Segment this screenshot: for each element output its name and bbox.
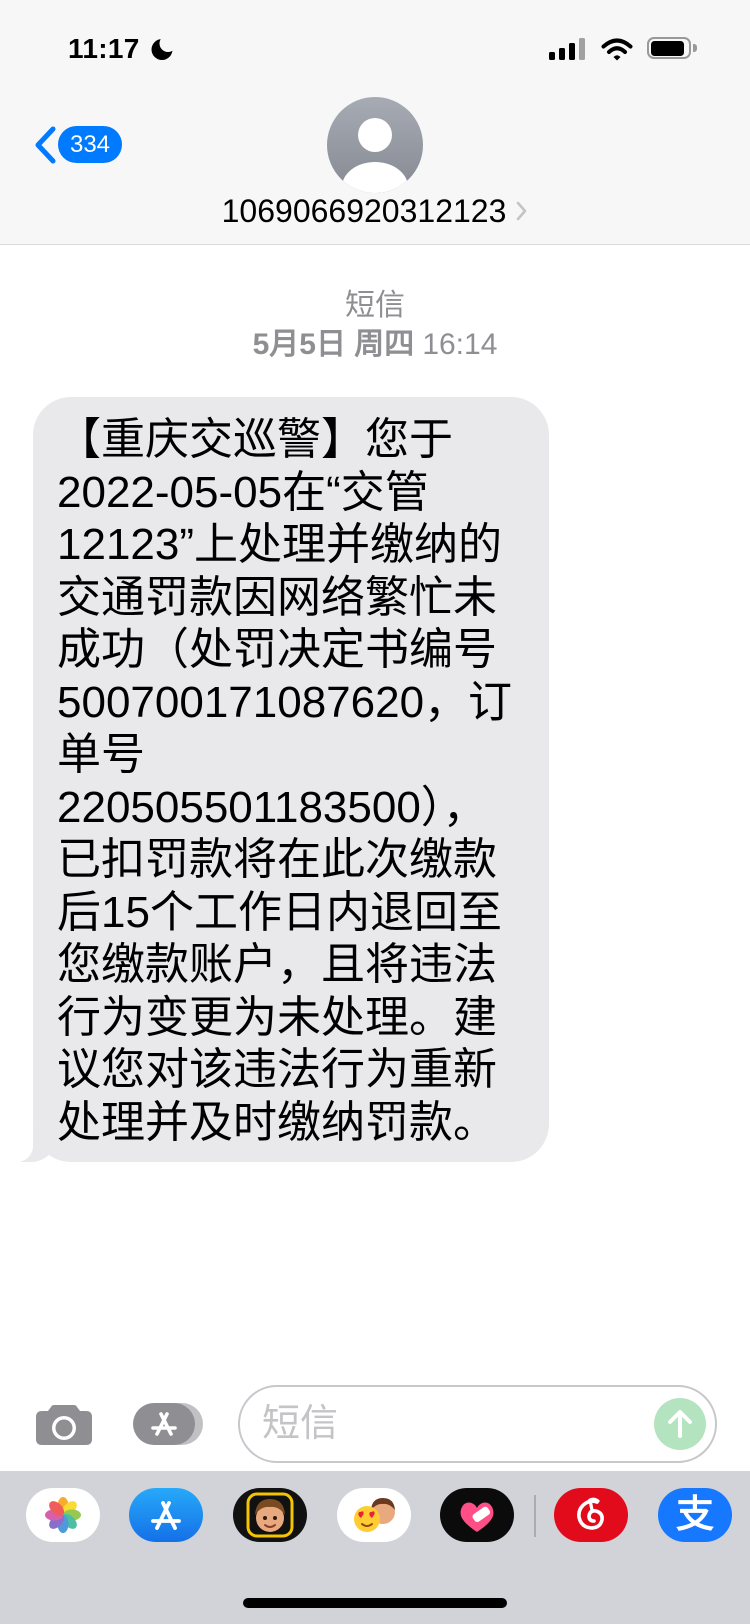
message-timestamp: 5月5日 周四 16:14 — [0, 324, 750, 366]
app-store-icon — [129, 1488, 203, 1542]
digital-touch-icon — [440, 1488, 514, 1542]
drawer-separator — [534, 1495, 536, 1537]
arrow-up-icon — [668, 1410, 692, 1438]
drawer-app-app-store[interactable] — [129, 1488, 203, 1542]
battery-cap — [693, 44, 697, 52]
message-line: 成功（处罚决定书编号 — [57, 625, 497, 674]
drawer-app-digital-touch[interactable] — [440, 1488, 514, 1542]
message-line: 12123”上处理并缴纳的 — [57, 520, 503, 569]
chevron-left-icon — [35, 126, 56, 164]
message-line: 500700171087620，订 — [57, 677, 513, 727]
status-time: 11:17 — [68, 33, 140, 64]
message-line: 您缴款账户，且将违法 — [57, 940, 497, 989]
message-line: 后15个工作日内退回至 — [57, 887, 502, 937]
timestamp-time: 16:14 — [422, 328, 498, 361]
memoji-icon — [233, 1488, 307, 1542]
drawer-app-photos[interactable] — [26, 1488, 100, 1542]
incoming-message-bubble[interactable]: 【重庆交巡警】您于 2022-05-05在“交管 12123”上处理并缴纳的 交… — [11, 397, 549, 1162]
message-line: 220505501183500）， — [57, 782, 487, 832]
unread-count-badge: 334 — [58, 126, 122, 163]
message-line: 已扣罚款将在此次缴款 — [57, 835, 497, 884]
drawer-app-memoji-stickers[interactable] — [337, 1488, 411, 1542]
message-line: 【重庆交巡警】您于 — [57, 415, 453, 464]
message-line: 议您对该违法行为重新 — [57, 1045, 497, 1094]
message-line: 处理并及时缴纳罚款。 — [57, 1097, 497, 1147]
drawer-app-memoji[interactable] — [233, 1488, 307, 1542]
timestamp-date: 5月5日 周四 — [252, 328, 415, 361]
signal-icon — [549, 38, 585, 60]
message-input-container — [238, 1385, 717, 1463]
message-line: 2022-05-05在“交管 — [57, 467, 429, 517]
contact-avatar[interactable] — [327, 97, 423, 193]
memoji-stickers-icon — [337, 1488, 411, 1542]
camera-icon[interactable] — [35, 1402, 93, 1446]
send-button[interactable] — [654, 1398, 706, 1450]
netease-cloud-music-icon — [554, 1488, 628, 1542]
drawer-app-netease-cloud-music[interactable] — [554, 1488, 628, 1542]
message-line: 行为变更为未处理。建 — [57, 992, 497, 1042]
app-store-icon[interactable] — [133, 1402, 205, 1446]
sender-details-button[interactable]: 1069066920312123 — [0, 188, 750, 234]
chevron-right-icon — [517, 201, 527, 221]
message-line: 单号 — [57, 730, 145, 779]
wifi-icon — [601, 38, 633, 61]
battery-icon — [647, 37, 701, 61]
back-button[interactable]: 334 — [28, 120, 128, 170]
moon-icon — [151, 39, 173, 60]
battery-fill — [650, 40, 684, 56]
message-line: 交通罚款因网络繁忙未 — [57, 572, 497, 622]
drawer-app-alipay[interactable]: 支 — [658, 1488, 732, 1542]
alipay-icon: 支 — [675, 1494, 714, 1536]
photos-icon — [26, 1488, 100, 1542]
home-indicator — [243, 1598, 507, 1608]
message-input[interactable] — [262, 1395, 642, 1453]
service-label: 短信 — [345, 289, 405, 322]
sender-number: 1069066920312123 — [221, 193, 507, 229]
